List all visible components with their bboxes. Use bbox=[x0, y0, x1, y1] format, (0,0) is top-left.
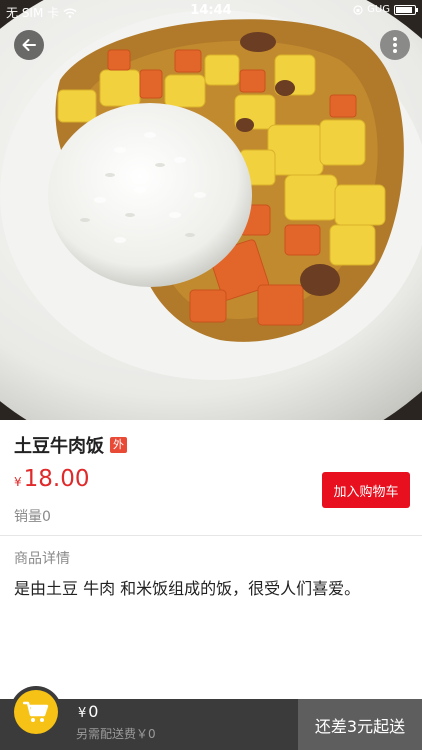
cart-total-symbol: ¥ bbox=[78, 706, 87, 721]
battery-text: GUG bbox=[367, 4, 390, 15]
details-description: 是由土豆 牛肉 和米饭组成的饭，很受人们喜爱。 bbox=[14, 579, 361, 598]
divider bbox=[0, 535, 422, 536]
delivery-fee: 另需配送费￥0 bbox=[76, 727, 156, 741]
sales-count: 销量0 bbox=[14, 509, 51, 525]
product-title: 土豆牛肉饭 bbox=[14, 436, 104, 457]
price-value: 18.00 bbox=[23, 466, 90, 492]
status-bar: 无 SIM 卡 14:44 GUG bbox=[0, 0, 422, 22]
back-button[interactable] bbox=[14, 30, 44, 60]
cart-total-value: 0 bbox=[88, 702, 99, 721]
add-to-cart-button[interactable]: 加入购物车 bbox=[322, 472, 410, 508]
product-detail-page: 无 SIM 卡 14:44 GUG 土豆牛肉饭 外 ¥ 18.00 销量0 加入… bbox=[0, 0, 422, 750]
more-options-button[interactable] bbox=[380, 30, 410, 60]
cart-button[interactable] bbox=[10, 686, 62, 738]
cart-icon-bg bbox=[14, 690, 58, 734]
vertical-dots-icon bbox=[393, 37, 397, 53]
orientation-lock-icon bbox=[353, 4, 363, 15]
shopping-cart-icon bbox=[23, 701, 49, 722]
cart-total: ¥0 bbox=[78, 702, 98, 721]
details-label: 商品详情 bbox=[14, 551, 70, 567]
product-title-row: 土豆牛肉饭 外 bbox=[14, 432, 127, 458]
status-right: GUG bbox=[353, 4, 418, 15]
battery-icon bbox=[394, 4, 418, 15]
arrow-left-icon bbox=[22, 39, 36, 51]
checkout-button[interactable]: 还差3元起送 bbox=[298, 699, 422, 750]
product-image bbox=[0, 0, 422, 420]
price-symbol: ¥ bbox=[14, 475, 22, 489]
price: ¥ 18.00 bbox=[14, 466, 90, 492]
takeout-badge: 外 bbox=[110, 437, 127, 453]
